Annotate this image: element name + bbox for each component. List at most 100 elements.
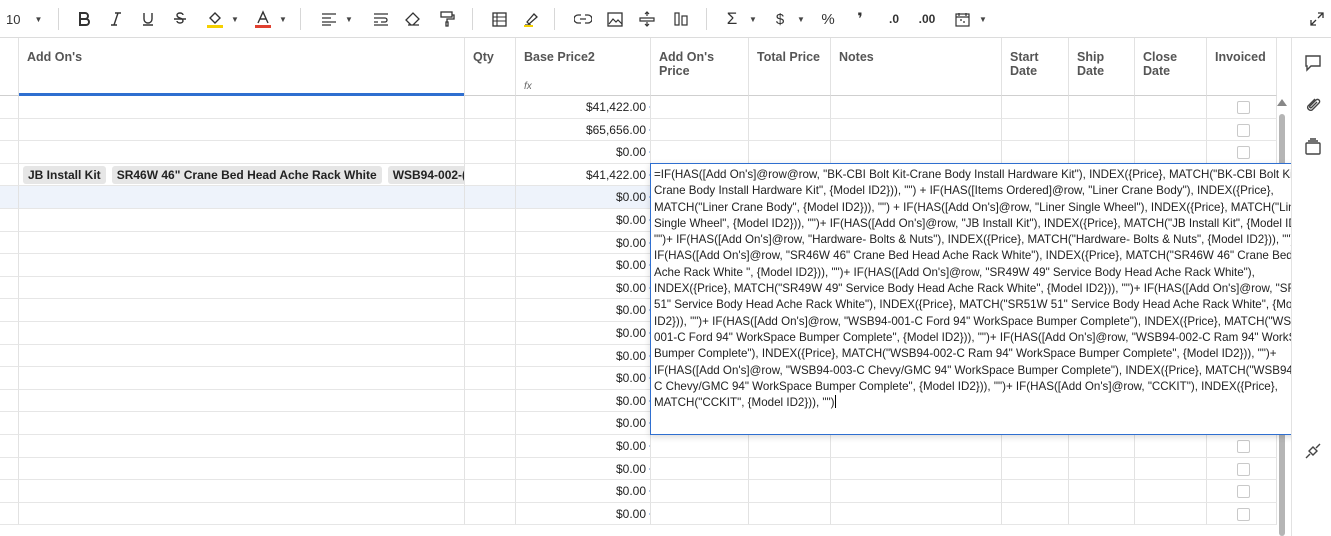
formula-editor[interactable]: =IF(HAS([Add On's]@row@row, "BK-CBI Bolt… <box>650 163 1331 435</box>
attachment-icon[interactable] <box>1304 96 1322 114</box>
cell-qty[interactable] <box>465 186 516 209</box>
format-painter-icon[interactable] <box>436 8 458 30</box>
cell-rownum[interactable] <box>0 480 19 503</box>
cell-base[interactable]: $0.00 <box>516 299 651 322</box>
invoiced-checkbox[interactable] <box>1237 146 1250 160</box>
cell-rownum[interactable] <box>0 502 19 526</box>
cell-rownum[interactable] <box>0 141 19 164</box>
cell-notes[interactable] <box>831 96 1002 119</box>
cell-ship[interactable] <box>1069 435 1135 458</box>
image-icon[interactable] <box>604 8 626 30</box>
column-header-start-date[interactable]: Start Date <box>1002 38 1069 96</box>
table-row[interactable]: $0.00 <box>0 141 1291 164</box>
chevron-down-icon[interactable]: ▼ <box>230 8 240 30</box>
cell-notes[interactable] <box>831 118 1002 142</box>
cell-total[interactable] <box>749 118 831 142</box>
cell-rownum[interactable] <box>0 96 19 119</box>
scroll-up-icon[interactable] <box>1277 99 1287 106</box>
cell-base[interactable]: $0.00 <box>516 367 651 390</box>
cell-base[interactable]: $0.00 <box>516 322 651 345</box>
cell-close[interactable] <box>1135 141 1207 164</box>
cell-addons[interactable] <box>19 276 465 300</box>
cell-start[interactable] <box>1002 435 1069 458</box>
invoiced-checkbox[interactable] <box>1237 101 1250 114</box>
column-header-ship-date[interactable]: Ship Date <box>1069 38 1135 96</box>
cell-addons[interactable] <box>19 412 465 435</box>
cell-addons[interactable] <box>19 299 465 322</box>
cell-rownum[interactable] <box>0 276 19 300</box>
cell-ship[interactable] <box>1069 502 1135 526</box>
cell-base[interactable]: $0.00 <box>516 209 651 232</box>
cell-qty[interactable] <box>465 322 516 345</box>
align-icon[interactable] <box>318 8 340 30</box>
cell-addons[interactable] <box>19 322 465 345</box>
cell-qty[interactable] <box>465 231 516 255</box>
cell-close[interactable] <box>1135 96 1207 119</box>
cell-addons[interactable] <box>19 118 465 142</box>
cell-base[interactable]: $0.00 <box>516 502 651 526</box>
column-header-qty[interactable]: Qty <box>465 38 516 96</box>
cell-qty[interactable] <box>465 276 516 300</box>
cell-ship[interactable] <box>1069 141 1135 164</box>
cell-qty[interactable] <box>465 344 516 368</box>
cell-addons[interactable] <box>19 502 465 526</box>
invoiced-checkbox[interactable] <box>1237 440 1250 453</box>
cell-notes[interactable] <box>831 141 1002 164</box>
cell-start[interactable] <box>1002 480 1069 503</box>
cell-base[interactable]: $0.00 <box>516 231 651 255</box>
cell-addons[interactable] <box>19 231 465 255</box>
cell-base[interactable]: $0.00 <box>516 254 651 277</box>
table-row[interactable]: $0.00 <box>0 457 1291 481</box>
cell-base[interactable]: $0.00 <box>516 344 651 368</box>
cell-aprice[interactable] <box>651 118 749 142</box>
decrease-decimal-icon[interactable]: .0 <box>884 8 904 30</box>
cell-inv[interactable] <box>1207 141 1277 164</box>
cell-inv[interactable] <box>1207 502 1277 526</box>
cell-ship[interactable] <box>1069 96 1135 119</box>
cell-total[interactable] <box>749 457 831 481</box>
table-row[interactable]: $0.00 <box>0 480 1291 503</box>
cell-base[interactable]: $0.00 <box>516 435 651 458</box>
underline-icon[interactable] <box>138 8 158 30</box>
strikethrough-icon[interactable] <box>170 8 190 30</box>
cell-rownum[interactable] <box>0 118 19 142</box>
chevron-down-icon[interactable]: ▼ <box>796 8 806 30</box>
wrap-icon[interactable] <box>370 8 392 30</box>
column-header-add-ons[interactable]: Add On's <box>19 38 465 96</box>
cell-total[interactable] <box>749 96 831 119</box>
cell-close[interactable] <box>1135 118 1207 142</box>
invoiced-checkbox[interactable] <box>1237 485 1250 499</box>
invoiced-checkbox[interactable] <box>1237 123 1250 137</box>
comment-icon[interactable] <box>1304 54 1322 72</box>
cell-close[interactable] <box>1135 457 1207 481</box>
cell-rownum[interactable] <box>0 163 19 187</box>
cell-aprice[interactable] <box>651 96 749 119</box>
cell-rownum[interactable] <box>0 344 19 368</box>
cell-notes[interactable] <box>831 457 1002 481</box>
cell-start[interactable] <box>1002 502 1069 526</box>
cell-ship[interactable] <box>1069 457 1135 481</box>
cell-inv[interactable] <box>1207 96 1277 119</box>
cell-start[interactable] <box>1002 141 1069 164</box>
table-row[interactable]: $41,422.00 <box>0 96 1291 119</box>
chevron-down-icon[interactable]: ▼ <box>278 8 288 30</box>
cell-total[interactable] <box>749 435 831 458</box>
cell-notes[interactable] <box>831 435 1002 458</box>
cell-close[interactable] <box>1135 502 1207 526</box>
cell-rownum[interactable] <box>0 254 19 277</box>
cell-rownum[interactable] <box>0 367 19 390</box>
cell-qty[interactable] <box>465 389 516 413</box>
cell-addons[interactable]: JB Install Kit SR46W 46" Crane Bed Head A… <box>19 163 465 187</box>
cell-qty[interactable] <box>465 367 516 390</box>
cell-rownum[interactable] <box>0 457 19 481</box>
italic-icon[interactable] <box>106 8 126 30</box>
text-color-icon[interactable] <box>252 8 274 30</box>
cell-addons[interactable] <box>19 480 465 503</box>
table-row[interactable]: $0.00 <box>0 502 1291 526</box>
cell-qty[interactable] <box>465 209 516 232</box>
cell-rownum[interactable] <box>0 435 19 458</box>
column-header-total-price[interactable]: Total Price <box>749 38 831 96</box>
cell-base[interactable]: $0.00 <box>516 276 651 300</box>
cell-addons[interactable] <box>19 367 465 390</box>
cell-aprice[interactable] <box>651 435 749 458</box>
